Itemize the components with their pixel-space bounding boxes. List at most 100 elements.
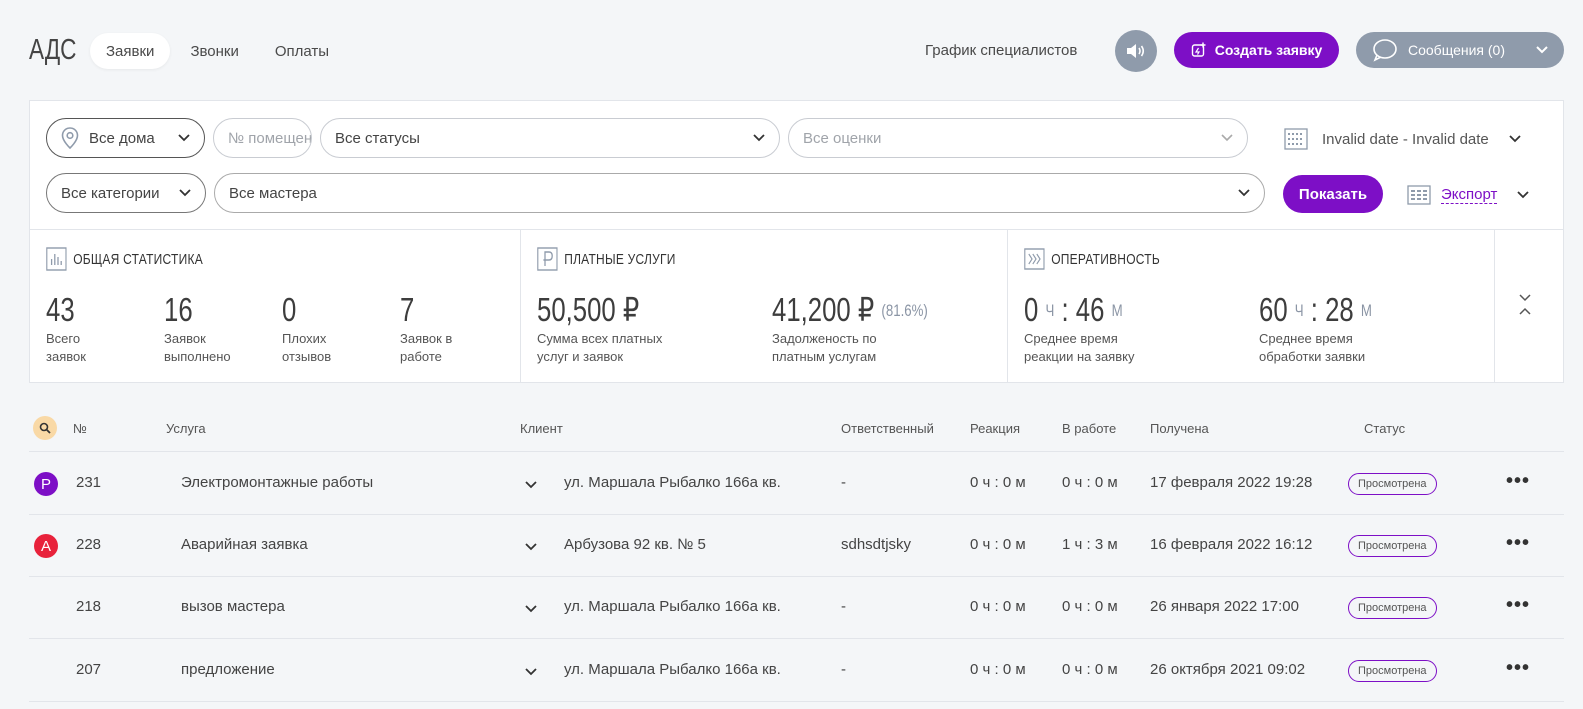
request-work-time: 0 ч : 0 м: [1062, 474, 1118, 491]
table-row[interactable]: 207 предложение ул. Маршала Рыбалко 166а к…: [29, 640, 1564, 702]
chevron-down-icon[interactable]: [525, 481, 537, 489]
stats-collapse-toggle[interactable]: [1495, 230, 1563, 383]
chevron-down-icon[interactable]: [525, 605, 537, 613]
request-address: ул. Маршала Рыбалко 166а кв.: [564, 661, 781, 678]
reaction-hours: 0: [1024, 291, 1039, 328]
request-reaction-time: 0 ч : 0 м: [970, 536, 1026, 553]
status-badge: Просмотрена: [1348, 473, 1437, 495]
tab-calls[interactable]: Звонки: [174, 33, 254, 69]
show-button[interactable]: Показать: [1283, 175, 1383, 213]
stat-paid-debt: 41,200 ₽ (81.6%) Задолженость по платным …: [772, 292, 992, 366]
request-type-badge: А: [34, 534, 58, 558]
chevron-down-icon[interactable]: [525, 668, 537, 676]
general-stats: ОБЩАЯ СТАТИСТИКА 43 Всего заявок 16 Заяво…: [30, 230, 521, 383]
efficiency-stats: ОПЕРАТИВНОСТЬ 0 Ч : 46 М Среднее время ре…: [1008, 230, 1495, 383]
ratings-select[interactable]: Все оценки: [788, 118, 1248, 158]
header-service[interactable]: Услуга: [166, 421, 206, 436]
chevron-down-icon[interactable]: [525, 543, 537, 551]
stat-bad-reviews: 0 Плохих отзывов: [282, 292, 400, 366]
header-received[interactable]: Получена: [1150, 421, 1209, 436]
stat-reaction-time: 0 Ч : 46 М Среднее время реакции на заявк…: [1024, 292, 1259, 366]
stat-caption: выполнено: [164, 349, 231, 364]
request-responsible: -: [841, 474, 846, 491]
chevron-down-icon: [1517, 191, 1530, 199]
minutes-unit: М: [1360, 301, 1372, 320]
create-request-button[interactable]: Создать заявку: [1174, 32, 1339, 68]
request-work-time: 1 ч : 3 м: [1062, 536, 1118, 553]
request-responsible: sdhsdtjsky: [841, 536, 912, 553]
stat-caption: Сумма всех платных: [537, 331, 663, 346]
more-actions-button[interactable]: •••: [1506, 595, 1530, 615]
table-row[interactable]: 218 вызов мастера ул. Маршала Рыбалко 166а…: [29, 577, 1564, 639]
stat-caption: Заявок в: [400, 331, 453, 346]
hours-unit: Ч: [1045, 301, 1055, 320]
table-row[interactable]: Р 231 Электромонтажные работы ул. Маршала Р…: [29, 453, 1564, 515]
stat-total: 43 Всего заявок: [46, 292, 164, 366]
houses-select[interactable]: Все дома: [46, 118, 205, 158]
more-actions-button[interactable]: •••: [1506, 533, 1530, 553]
processing-hours: 60: [1259, 291, 1288, 328]
location-pin-icon: [61, 127, 79, 149]
hours-unit: Ч: [1294, 301, 1304, 320]
header-client[interactable]: Клиент: [520, 421, 563, 436]
table-row[interactable]: А 228 Аварийная заявка Арбузова 92 кв. № 5 s…: [29, 515, 1564, 577]
request-responsible: -: [841, 661, 846, 678]
general-stats-title: ОБЩАЯ СТАТИСТИКА: [73, 250, 203, 268]
minutes-unit: М: [1111, 301, 1123, 320]
header-responsible[interactable]: Ответственный: [841, 421, 934, 436]
tab-payments[interactable]: Оплаты: [259, 33, 345, 69]
export-dropdown[interactable]: Экспорт: [1407, 179, 1530, 211]
paid-services-title: ПЛАТНЫЕ УСЛУГИ: [564, 250, 676, 268]
messages-button[interactable]: Сообщения (0): [1356, 32, 1564, 68]
stat-bad-reviews-value: 0: [282, 291, 297, 328]
stat-in-work-value: 7: [400, 291, 415, 328]
stat-caption: реакции на заявку: [1024, 349, 1135, 364]
request-address: Арбузова 92 кв. № 5: [564, 536, 706, 553]
masters-select[interactable]: Все мастера: [214, 173, 1265, 213]
table-search-button[interactable]: [33, 416, 57, 440]
stat-caption: Задолженость по: [772, 331, 877, 346]
header-status[interactable]: Статус: [1364, 421, 1405, 436]
stat-paid-total-value: 50,500 ₽: [537, 291, 640, 328]
request-address: ул. Маршала Рыбалко 166а кв.: [564, 474, 781, 491]
request-number: 218: [76, 598, 102, 615]
request-work-time: 0 ч : 0 м: [1062, 598, 1118, 615]
header-in-work[interactable]: В работе: [1062, 421, 1116, 436]
chevron-down-icon: [753, 134, 765, 142]
sound-toggle-button[interactable]: [1115, 30, 1157, 72]
messages-label: Сообщения (0): [1408, 42, 1505, 58]
header-reaction[interactable]: Реакция: [970, 421, 1020, 436]
more-actions-button[interactable]: •••: [1506, 471, 1530, 491]
stat-caption: обработки заявки: [1259, 349, 1366, 364]
request-received-date: 26 января 2022 17:00: [1150, 598, 1299, 615]
header-num[interactable]: №: [73, 421, 87, 436]
stat-caption: Среднее время: [1024, 331, 1118, 346]
chevron-down-icon: [1238, 189, 1250, 197]
collapse-chevrons-icon: [1519, 294, 1531, 315]
chevron-down-icon: [178, 134, 190, 142]
more-actions-button[interactable]: •••: [1506, 658, 1530, 678]
stat-processing-time: 60 Ч : 28 М Среднее время обработки заявк…: [1259, 292, 1479, 366]
categories-select[interactable]: Все категории: [46, 173, 206, 213]
ratings-placeholder: Все оценки: [803, 129, 882, 147]
stat-caption: Заявок: [164, 331, 206, 346]
stat-caption: отзывов: [282, 349, 332, 364]
houses-select-value: Все дома: [89, 129, 155, 147]
room-number-input[interactable]: № помещения: [213, 118, 312, 158]
stat-paid-total: 50,500 ₽ Сумма всех платных услуг и заяво…: [537, 292, 772, 366]
date-range-picker[interactable]: Invalid date - Invalid date: [1284, 119, 1521, 159]
create-request-label: Создать заявку: [1214, 42, 1323, 58]
speaker-icon: [1127, 44, 1145, 58]
request-service: Электромонтажные работы: [181, 474, 374, 491]
tab-requests[interactable]: Заявки: [90, 33, 171, 69]
add-request-icon: [1191, 42, 1206, 57]
request-number: 207: [76, 661, 102, 678]
app-logo: АДС: [29, 34, 77, 66]
status-select[interactable]: Все статусы: [320, 118, 780, 158]
chevron-down-icon: [1221, 134, 1233, 142]
request-responsible: -: [841, 598, 846, 615]
specialists-schedule-link[interactable]: График специалистов: [925, 42, 1077, 59]
efficiency-title: ОПЕРАТИВНОСТЬ: [1051, 250, 1160, 268]
calendar-icon: [1284, 128, 1308, 150]
reaction-minutes: 46: [1075, 291, 1105, 328]
